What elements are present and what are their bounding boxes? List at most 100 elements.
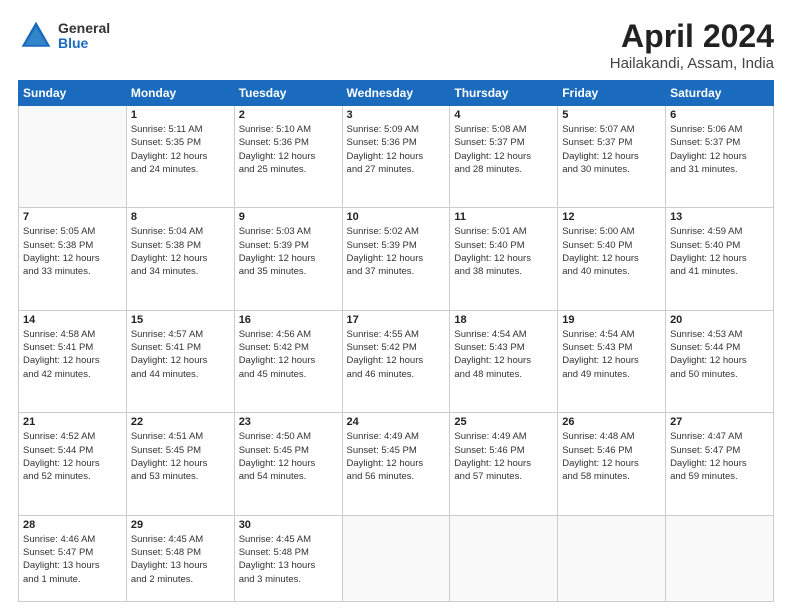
day-info: Sunrise: 5:08 AMSunset: 5:37 PMDaylight:… [454, 123, 553, 176]
day-number: 15 [131, 314, 230, 326]
day-info: Sunrise: 4:49 AMSunset: 5:45 PMDaylight:… [347, 430, 446, 483]
cell-w1-d5: 4 Sunrise: 5:08 AMSunset: 5:37 PMDaylight… [450, 106, 558, 208]
day-number: 2 [239, 109, 338, 121]
week-row-3: 14 Sunrise: 4:58 AMSunset: 5:41 PMDayligh… [19, 310, 774, 412]
day-number: 18 [454, 314, 553, 326]
day-info: Sunrise: 4:55 AMSunset: 5:42 PMDaylight:… [347, 328, 446, 381]
day-number: 9 [239, 211, 338, 223]
day-number: 7 [23, 211, 122, 223]
day-info: Sunrise: 4:54 AMSunset: 5:43 PMDaylight:… [454, 328, 553, 381]
cell-w1-d4: 3 Sunrise: 5:09 AMSunset: 5:36 PMDaylight… [342, 106, 450, 208]
cell-w4-d3: 23Sunrise: 4:50 AMSunset: 5:45 PMDayligh… [234, 413, 342, 515]
day-number: 25 [454, 416, 553, 428]
cell-w5-d5 [450, 515, 558, 601]
cell-w3-d2: 15Sunrise: 4:57 AMSunset: 5:41 PMDayligh… [126, 310, 234, 412]
day-number: 17 [347, 314, 446, 326]
day-info: Sunrise: 5:02 AMSunset: 5:39 PMDaylight:… [347, 225, 446, 278]
day-number: 3 [347, 109, 446, 121]
day-number: 16 [239, 314, 338, 326]
cell-w5-d2: 29 Sunrise: 4:45 AMSunset: 5:48 PMDayligh… [126, 515, 234, 601]
cell-w2-d1: 7Sunrise: 5:05 AMSunset: 5:38 PMDaylight… [19, 208, 127, 310]
day-info: Sunrise: 4:58 AMSunset: 5:41 PMDaylight:… [23, 328, 122, 381]
day-number: 11 [454, 211, 553, 223]
day-info: Sunrise: 4:52 AMSunset: 5:44 PMDaylight:… [23, 430, 122, 483]
logo-blue-text: Blue [58, 36, 110, 51]
cell-w4-d5: 25 Sunrise: 4:49 AMSunset: 5:46 PMDayligh… [450, 413, 558, 515]
day-info: Sunrise: 5:00 AMSunset: 5:40 PMDaylight:… [562, 225, 661, 278]
day-info: Sunrise: 4:59 AMSunset: 5:40 PMDaylight:… [670, 225, 769, 278]
day-info: Sunrise: 5:03 AMSunset: 5:39 PMDaylight:… [239, 225, 338, 278]
header: General Blue April 2024 Hailakandi, Assa… [18, 18, 774, 72]
cell-w5-d4 [342, 515, 450, 601]
day-number: 6 [670, 109, 769, 121]
cell-w2-d2: 8Sunrise: 5:04 AMSunset: 5:38 PMDaylight… [126, 208, 234, 310]
day-info: Sunrise: 4:56 AMSunset: 5:42 PMDaylight:… [239, 328, 338, 381]
cell-w3-d1: 14 Sunrise: 4:58 AMSunset: 5:41 PMDayligh… [19, 310, 127, 412]
cell-w3-d5: 18 Sunrise: 4:54 AMSunset: 5:43 PMDayligh… [450, 310, 558, 412]
day-number: 26 [562, 416, 661, 428]
day-info: Sunrise: 4:49 AMSunset: 5:46 PMDaylight:… [454, 430, 553, 483]
day-number: 27 [670, 416, 769, 428]
col-tuesday: Tuesday [234, 81, 342, 106]
cell-w2-d6: 12 Sunrise: 5:00 AMSunset: 5:40 PMDayligh… [558, 208, 666, 310]
day-info: Sunrise: 4:54 AMSunset: 5:43 PMDaylight:… [562, 328, 661, 381]
page: General Blue April 2024 Hailakandi, Assa… [0, 0, 792, 612]
day-info: Sunrise: 4:47 AMSunset: 5:47 PMDaylight:… [670, 430, 769, 483]
day-info: Sunrise: 5:09 AMSunset: 5:36 PMDaylight:… [347, 123, 446, 176]
day-number: 12 [562, 211, 661, 223]
day-number: 21 [23, 416, 122, 428]
day-number: 20 [670, 314, 769, 326]
day-number: 4 [454, 109, 553, 121]
col-wednesday: Wednesday [342, 81, 450, 106]
cell-w1-d2: 1 Sunrise: 5:11 AMSunset: 5:35 PMDaylight… [126, 106, 234, 208]
day-info: Sunrise: 4:48 AMSunset: 5:46 PMDaylight:… [562, 430, 661, 483]
cell-w4-d1: 21 Sunrise: 4:52 AMSunset: 5:44 PMDayligh… [19, 413, 127, 515]
cell-w1-d1 [19, 106, 127, 208]
day-number: 5 [562, 109, 661, 121]
cell-w3-d3: 16 Sunrise: 4:56 AMSunset: 5:42 PMDayligh… [234, 310, 342, 412]
day-number: 22 [131, 416, 230, 428]
cell-w3-d7: 20Sunrise: 4:53 AMSunset: 5:44 PMDayligh… [666, 310, 774, 412]
cell-w2-d5: 11Sunrise: 5:01 AMSunset: 5:40 PMDayligh… [450, 208, 558, 310]
day-info: Sunrise: 5:11 AMSunset: 5:35 PMDaylight:… [131, 123, 230, 176]
cell-w3-d4: 17 Sunrise: 4:55 AMSunset: 5:42 PMDayligh… [342, 310, 450, 412]
day-number: 29 [131, 519, 230, 531]
col-monday: Monday [126, 81, 234, 106]
day-number: 14 [23, 314, 122, 326]
subtitle: Hailakandi, Assam, India [610, 55, 774, 72]
day-number: 13 [670, 211, 769, 223]
logo-icon [18, 18, 54, 54]
cell-w1-d6: 5 Sunrise: 5:07 AMSunset: 5:37 PMDaylight… [558, 106, 666, 208]
day-info: Sunrise: 4:45 AMSunset: 5:48 PMDaylight:… [131, 533, 230, 586]
day-info: Sunrise: 4:51 AMSunset: 5:45 PMDaylight:… [131, 430, 230, 483]
day-number: 28 [23, 519, 122, 531]
col-thursday: Thursday [450, 81, 558, 106]
cell-w1-d3: 2 Sunrise: 5:10 AMSunset: 5:36 PMDaylight… [234, 106, 342, 208]
col-saturday: Saturday [666, 81, 774, 106]
day-number: 1 [131, 109, 230, 121]
day-info: Sunrise: 4:45 AMSunset: 5:48 PMDaylight:… [239, 533, 338, 586]
day-info: Sunrise: 5:04 AMSunset: 5:38 PMDaylight:… [131, 225, 230, 278]
week-row-5: 28Sunrise: 4:46 AMSunset: 5:47 PMDayligh… [19, 515, 774, 601]
main-title: April 2024 [610, 18, 774, 55]
title-section: April 2024 Hailakandi, Assam, India [610, 18, 774, 72]
cell-w4-d2: 22 Sunrise: 4:51 AMSunset: 5:45 PMDayligh… [126, 413, 234, 515]
cell-w4-d7: 27 Sunrise: 4:47 AMSunset: 5:47 PMDayligh… [666, 413, 774, 515]
col-friday: Friday [558, 81, 666, 106]
cell-w4-d4: 24 Sunrise: 4:49 AMSunset: 5:45 PMDayligh… [342, 413, 450, 515]
cell-w1-d7: 6Sunrise: 5:06 AMSunset: 5:37 PMDaylight… [666, 106, 774, 208]
day-info: Sunrise: 5:07 AMSunset: 5:37 PMDaylight:… [562, 123, 661, 176]
cell-w4-d6: 26 Sunrise: 4:48 AMSunset: 5:46 PMDayligh… [558, 413, 666, 515]
cell-w2-d4: 10Sunrise: 5:02 AMSunset: 5:39 PMDayligh… [342, 208, 450, 310]
cell-w5-d1: 28Sunrise: 4:46 AMSunset: 5:47 PMDayligh… [19, 515, 127, 601]
logo: General Blue [18, 18, 110, 54]
day-info: Sunrise: 5:10 AMSunset: 5:36 PMDaylight:… [239, 123, 338, 176]
day-number: 19 [562, 314, 661, 326]
cell-w2-d7: 13 Sunrise: 4:59 AMSunset: 5:40 PMDayligh… [666, 208, 774, 310]
logo-general-text: General [58, 21, 110, 36]
day-number: 24 [347, 416, 446, 428]
week-row-2: 7Sunrise: 5:05 AMSunset: 5:38 PMDaylight… [19, 208, 774, 310]
cell-w5-d7 [666, 515, 774, 601]
calendar-header-row: Sunday Monday Tuesday Wednesday Thursday… [19, 81, 774, 106]
cell-w5-d3: 30Sunrise: 4:45 AMSunset: 5:48 PMDayligh… [234, 515, 342, 601]
